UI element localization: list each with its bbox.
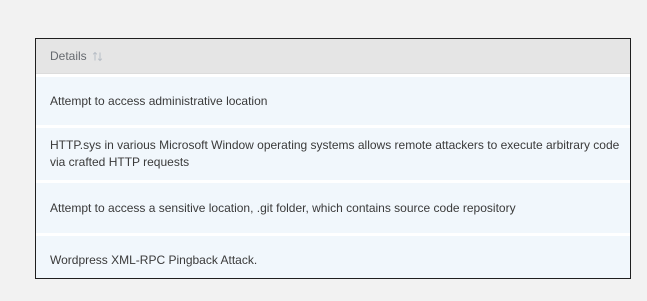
table-body: Attempt to access administrative locatio… (36, 74, 630, 278)
table-row[interactable]: Attempt to access administrative locatio… (36, 74, 630, 125)
row-details-text: HTTP.sys in various Microsoft Window ope… (50, 138, 620, 169)
row-details-text: Attempt to access a sensitive location, … (50, 200, 516, 215)
table-row[interactable]: Wordpress XML-RPC Pingback Attack. (36, 233, 630, 278)
details-table: Details Attempt to access administrative… (35, 38, 631, 279)
table-row[interactable]: Attempt to access a sensitive location, … (36, 180, 630, 233)
row-details-text: Wordpress XML-RPC Pingback Attack. (50, 252, 258, 267)
details-header-label: Details (50, 49, 87, 63)
table-row[interactable]: HTTP.sys in various Microsoft Window ope… (36, 125, 630, 180)
row-details-text: Attempt to access administrative locatio… (50, 93, 268, 108)
details-column-header[interactable]: Details (36, 39, 630, 74)
sort-arrows-icon[interactable] (92, 51, 103, 62)
